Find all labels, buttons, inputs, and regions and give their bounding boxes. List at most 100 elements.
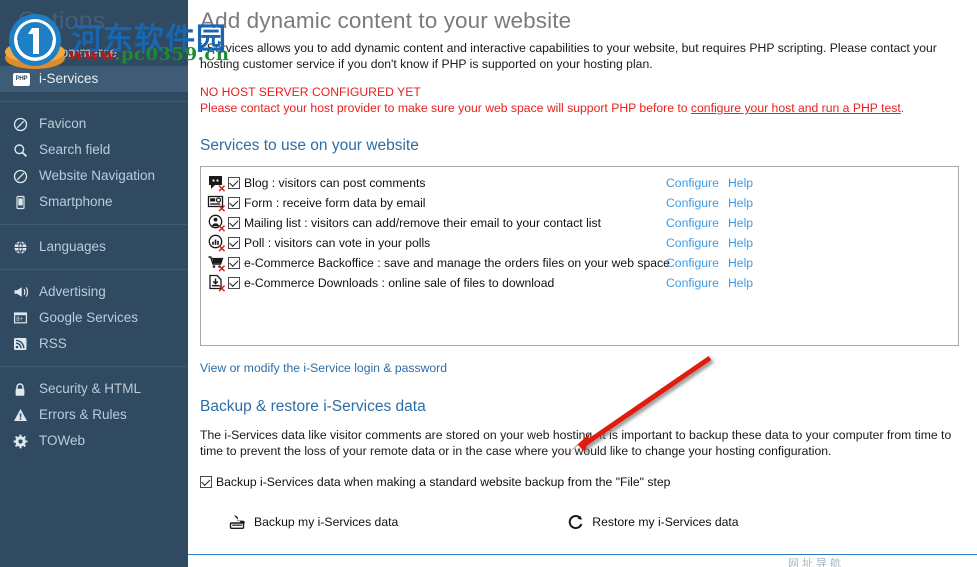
options-sidebar: Options e-Commerce PHP i-Services (0, 0, 188, 567)
sidebar-divider (0, 224, 188, 225)
save-disk-icon (228, 513, 248, 531)
configure-link[interactable]: Configure (666, 255, 719, 271)
download-file-icon: ✕ (207, 274, 225, 292)
sidebar-divider (0, 101, 188, 102)
sidebar-item-e-commerce[interactable]: e-Commerce (0, 40, 188, 66)
form-icon: ✕ (207, 194, 225, 212)
rss-icon (13, 336, 32, 352)
service-row-ecommerce-backoffice[interactable]: ✕ e-Commerce Backoffice : save and manag… (201, 253, 958, 273)
service-label: Blog : visitors can post comments (244, 175, 426, 191)
service-row-ecommerce-downloads[interactable]: ✕ e-Commerce Downloads : online sale of … (201, 273, 958, 293)
backup-restore-actions: Backup my i-Services data Restore my i-S… (200, 513, 959, 531)
service-label: e-Commerce Downloads : online sale of fi… (244, 275, 554, 291)
service-row-blog[interactable]: ✕ Blog : visitors can post comments Conf… (201, 173, 958, 193)
backup-option-checkbox[interactable] (200, 476, 212, 488)
configure-link[interactable]: Configure (666, 215, 719, 231)
sidebar-item-search-field[interactable]: Search field (0, 137, 188, 163)
application-window: Options e-Commerce PHP i-Services (0, 0, 977, 567)
intro-paragraph: i-Services allows you to add dynamic con… (200, 40, 948, 72)
backup-data-button-label: Backup my i-Services data (254, 515, 398, 529)
comment-bubble-icon: ✕ (207, 174, 225, 192)
service-checkbox[interactable] (228, 217, 240, 229)
gear-icon (13, 433, 32, 449)
magnifier-icon (13, 142, 32, 158)
google-plus-icon: 8+ (13, 310, 32, 326)
sidebar-item-label: Favicon (39, 116, 86, 132)
sidebar-item-label: Advertising (39, 284, 106, 300)
host-warning-block: NO HOST SERVER CONFIGURED YET Please con… (200, 84, 959, 116)
sidebar-item-label: TOWeb (39, 433, 85, 449)
inactive-marker-icon: ✕ (218, 206, 226, 214)
sidebar-item-favicon[interactable]: Favicon (0, 111, 188, 137)
warning-line-2: Please contact your host provider to mak… (200, 100, 959, 116)
help-link[interactable]: Help (728, 195, 753, 211)
inactive-marker-icon: ✕ (218, 286, 226, 294)
sidebar-group-languages: Languages (0, 234, 188, 260)
service-row-mailing-list[interactable]: ✕ Mailing list : visitors can add/remove… (201, 213, 958, 233)
svg-text:8+: 8+ (16, 317, 23, 323)
sidebar-divider (0, 366, 188, 367)
service-checkbox[interactable] (228, 237, 240, 249)
configure-link[interactable]: Configure (666, 195, 719, 211)
help-link[interactable]: Help (728, 275, 753, 291)
megaphone-icon (13, 284, 32, 300)
restore-data-button[interactable]: Restore my i-Services data (566, 513, 738, 531)
sidebar-item-label: i-Services (39, 71, 98, 87)
sidebar-item-website-navigation[interactable]: Website Navigation (0, 163, 188, 189)
help-link[interactable]: Help (728, 235, 753, 251)
smartphone-icon (13, 194, 32, 210)
warning-triangle-icon (13, 407, 32, 423)
configure-host-link[interactable]: configure your host and run a PHP test (691, 101, 901, 115)
warning-line-2-text: Please contact your host provider to mak… (200, 101, 691, 115)
sidebar-item-i-services[interactable]: PHP i-Services (0, 66, 188, 92)
services-list-box: ✕ Blog : visitors can post comments Conf… (200, 166, 959, 346)
sidebar-item-label: Google Services (39, 310, 138, 326)
globe-icon (13, 239, 32, 255)
sidebar-item-rss[interactable]: RSS (0, 331, 188, 357)
cart-icon (13, 45, 32, 61)
sidebar-item-label: Smartphone (39, 194, 113, 210)
poll-bubble-icon: ✕ (207, 234, 225, 252)
sidebar-item-label: Security & HTML (39, 381, 141, 397)
shopping-cart-icon: ✕ (207, 254, 225, 272)
navigation-circle-icon (13, 168, 32, 184)
favicon-circle-icon (13, 116, 32, 132)
view-modify-login-link[interactable]: View or modify the i-Service login & pas… (200, 360, 447, 376)
backup-on-website-backup-option[interactable]: Backup i-Services data when making a sta… (200, 475, 959, 489)
sidebar-item-security-html[interactable]: Security & HTML (0, 376, 188, 402)
backup-option-label: Backup i-Services data when making a sta… (216, 475, 670, 489)
sidebar-item-languages[interactable]: Languages (0, 234, 188, 260)
person-circle-icon: ✕ (207, 214, 225, 232)
service-checkbox[interactable] (228, 177, 240, 189)
help-link[interactable]: Help (728, 255, 753, 271)
sidebar-group-marketing: Advertising 8+ Google Services RSS (0, 279, 188, 357)
sidebar-item-google-services[interactable]: 8+ Google Services (0, 305, 188, 331)
refresh-circular-icon (566, 513, 586, 531)
service-label: Poll : visitors can vote in your polls (244, 235, 430, 251)
configure-link[interactable]: Configure (666, 175, 719, 191)
lock-icon (13, 381, 32, 397)
inactive-marker-icon: ✕ (218, 266, 226, 274)
page-title: Add dynamic content to your website (200, 6, 959, 36)
main-content-panel: Add dynamic content to your website i-Se… (188, 0, 977, 567)
service-row-poll[interactable]: ✕ Poll : visitors can vote in your polls… (201, 233, 958, 253)
bottom-ghost-text: 网址导航 (788, 555, 844, 567)
help-link[interactable]: Help (728, 175, 753, 191)
service-checkbox[interactable] (228, 197, 240, 209)
configure-link[interactable]: Configure (666, 275, 719, 291)
sidebar-item-label: Website Navigation (39, 168, 155, 184)
service-checkbox[interactable] (228, 257, 240, 269)
sidebar-item-toweb[interactable]: TOWeb (0, 428, 188, 454)
backup-restore-heading: Backup & restore i-Services data (200, 397, 959, 417)
backup-data-button[interactable]: Backup my i-Services data (228, 513, 398, 531)
sidebar-item-label: e-Commerce (39, 45, 117, 61)
configure-link[interactable]: Configure (666, 235, 719, 251)
warning-line-2-period: . (901, 101, 904, 115)
sidebar-item-errors-rules[interactable]: Errors & Rules (0, 402, 188, 428)
service-row-form[interactable]: ✕ Form : receive form data by email Conf… (201, 193, 958, 213)
help-link[interactable]: Help (728, 215, 753, 231)
service-checkbox[interactable] (228, 277, 240, 289)
services-heading: Services to use on your website (200, 136, 959, 156)
sidebar-item-smartphone[interactable]: Smartphone (0, 189, 188, 215)
sidebar-item-advertising[interactable]: Advertising (0, 279, 188, 305)
